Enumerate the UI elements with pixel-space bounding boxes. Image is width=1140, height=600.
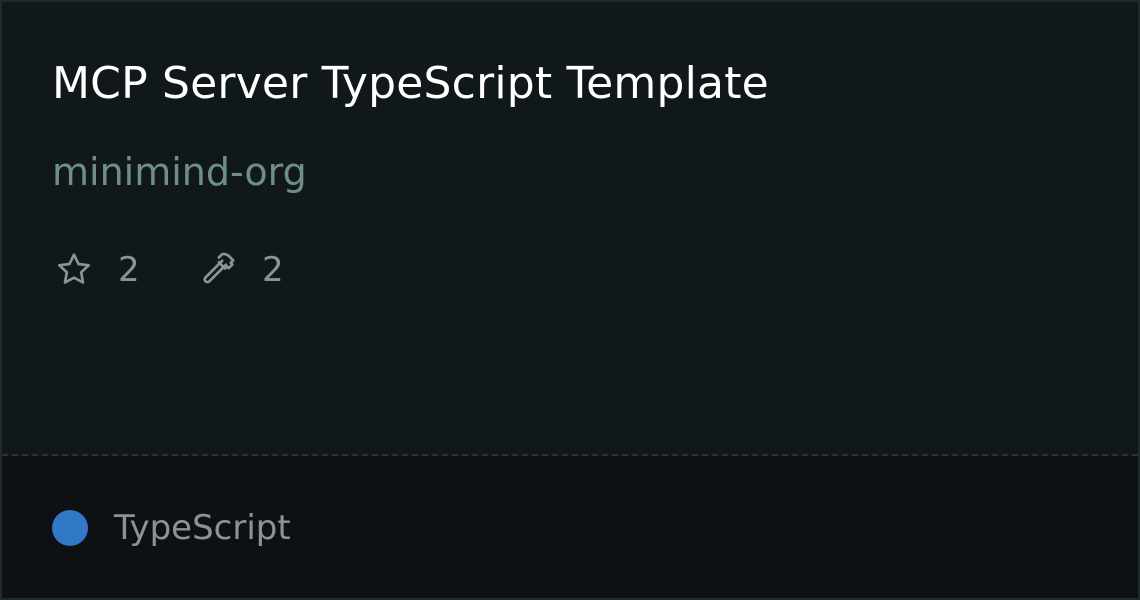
repo-stats: 2 2 [52,248,292,292]
stars-count: 2 [118,250,140,290]
forks-count: 2 [262,250,284,290]
repo-owner[interactable]: minimind-org [52,150,307,194]
star-icon [52,248,96,292]
repo-title[interactable]: MCP Server TypeScript Template [52,58,769,109]
card-header-section: MCP Server TypeScript Template minimind-… [2,2,1138,454]
language-indicator: TypeScript [52,506,291,550]
repo-card[interactable]: MCP Server TypeScript Template minimind-… [0,0,1140,600]
forks-stat[interactable]: 2 [196,248,292,292]
stars-stat[interactable]: 2 [52,248,148,292]
language-color-dot [52,510,88,546]
language-name: TypeScript [114,508,291,548]
hammer-icon [196,248,240,292]
